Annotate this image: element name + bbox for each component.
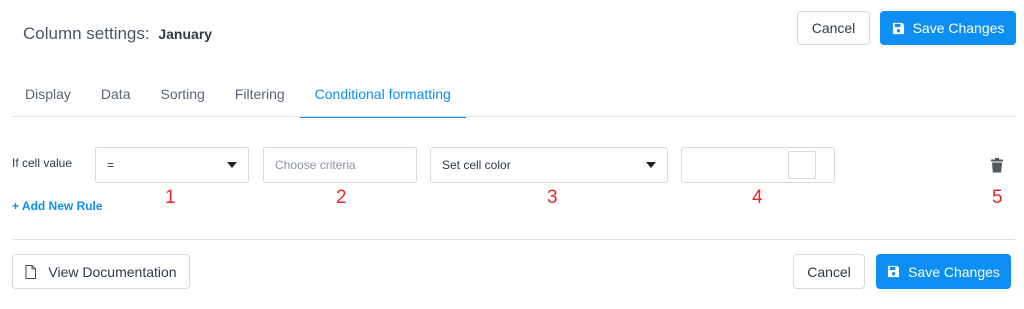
annotation-5: 5 xyxy=(992,187,1003,208)
add-new-rule-link[interactable]: + Add New Rule xyxy=(12,199,103,213)
floppy-disk-icon xyxy=(888,265,900,278)
annotation-4: 4 xyxy=(752,187,763,208)
action-value: Set cell color xyxy=(442,158,511,172)
page-title: Column settings: January xyxy=(23,24,212,44)
trash-icon[interactable] xyxy=(991,158,1003,173)
column-name: January xyxy=(158,26,213,42)
caret-down-icon xyxy=(646,162,656,168)
rule-label: If cell value xyxy=(12,156,73,170)
footer-cancel-button[interactable]: Cancel xyxy=(793,254,865,289)
color-swatch[interactable] xyxy=(788,151,816,179)
footer-divider xyxy=(12,239,1015,240)
title-prefix: Column settings: xyxy=(23,24,150,43)
operator-value: = xyxy=(107,158,115,172)
view-documentation-label: View Documentation xyxy=(48,263,177,280)
file-icon xyxy=(25,264,37,279)
header-save-button[interactable]: Save Changes xyxy=(880,11,1016,45)
tab-conditional-formatting[interactable]: Conditional formatting xyxy=(299,72,466,118)
annotation-3: 3 xyxy=(547,187,558,208)
footer-save-button[interactable]: Save Changes xyxy=(876,254,1011,289)
footer-cancel-label: Cancel xyxy=(807,263,851,280)
criteria-field[interactable] xyxy=(263,147,417,183)
annotation-1: 1 xyxy=(165,187,176,208)
tab-display[interactable]: Display xyxy=(10,72,86,117)
annotation-2: 2 xyxy=(336,187,347,208)
header-cancel-label: Cancel xyxy=(811,20,856,36)
settings-tabs: Display Data Sorting Filtering Condition… xyxy=(10,72,466,118)
header-save-label: Save Changes xyxy=(912,20,1005,36)
operator-select[interactable]: = xyxy=(95,147,249,183)
view-documentation-button[interactable]: View Documentation xyxy=(12,254,190,289)
column-settings-dialog: Column settings: January Cancel Save Cha… xyxy=(0,0,1024,309)
tabs-divider xyxy=(12,116,1015,117)
tab-filtering[interactable]: Filtering xyxy=(220,72,300,117)
action-select[interactable]: Set cell color xyxy=(430,147,668,183)
tab-sorting[interactable]: Sorting xyxy=(145,72,219,117)
header-cancel-button[interactable]: Cancel xyxy=(797,11,870,45)
floppy-disk-icon xyxy=(892,22,904,34)
tab-data[interactable]: Data xyxy=(86,72,146,117)
footer-save-label: Save Changes xyxy=(908,263,1000,280)
caret-down-icon xyxy=(227,162,237,168)
color-field[interactable] xyxy=(681,147,835,183)
criteria-input[interactable] xyxy=(275,158,405,172)
